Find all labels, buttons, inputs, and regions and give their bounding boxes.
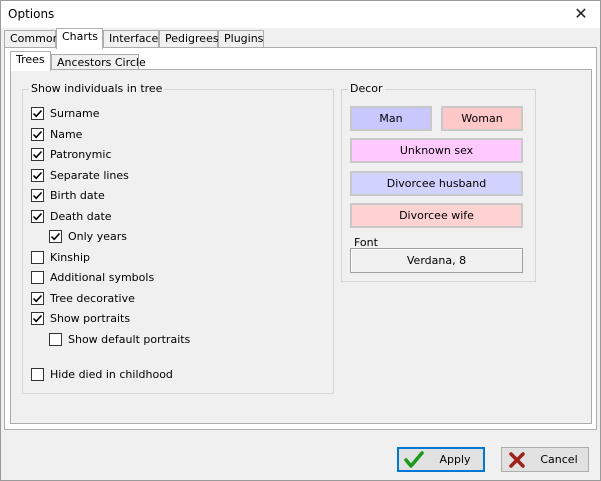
woman-color-swatch[interactable]: Woman <box>441 106 523 131</box>
apply-button[interactable]: Apply <box>397 447 485 472</box>
unknown-sex-color-swatch[interactable]: Unknown sex <box>350 138 523 163</box>
death-date-checkbox[interactable] <box>31 209 44 223</box>
check-icon <box>404 450 424 468</box>
surname-checkbox[interactable] <box>31 106 44 120</box>
patronymic-label: Patronymic <box>50 147 112 161</box>
show-portraits-label: Show portraits <box>50 311 131 325</box>
tree-decorative-label: Tree decorative <box>50 291 135 305</box>
death-date-label: Death date <box>50 209 112 223</box>
only-years-label: Only years <box>68 229 127 243</box>
divorcee-wife-color-swatch[interactable]: Divorcee wife <box>350 203 523 228</box>
man-color-swatch[interactable]: Man <box>350 106 432 131</box>
option-death-date[interactable]: Death date <box>31 208 112 224</box>
show-default-portraits-checkbox[interactable] <box>49 332 62 346</box>
birth-date-checkbox[interactable] <box>31 188 44 202</box>
option-name[interactable]: Name <box>31 126 82 142</box>
show-default-portraits-label: Show default portraits <box>68 332 191 346</box>
options-window: Options ✕ Common Charts Interface Pedigr… <box>0 0 601 481</box>
additional-symbols-checkbox[interactable] <box>31 270 44 284</box>
font-selector[interactable]: Verdana, 8 <box>350 248 523 273</box>
name-checkbox[interactable] <box>31 127 44 141</box>
patronymic-checkbox[interactable] <box>31 147 44 161</box>
option-patronymic[interactable]: Patronymic <box>31 146 112 162</box>
trees-panel: Show individuals in tree Surname Name Patr… <box>10 69 592 424</box>
option-birth-date[interactable]: Birth date <box>31 187 105 203</box>
option-show-default-portraits[interactable]: Show default portraits <box>49 331 190 347</box>
option-kinship[interactable]: Kinship <box>31 249 90 265</box>
option-hide-died-in-childhood[interactable]: Hide died in childhood <box>31 366 173 382</box>
additional-symbols-label: Additional symbols <box>50 270 155 284</box>
hide-died-in-childhood-checkbox[interactable] <box>31 367 44 381</box>
option-surname[interactable]: Surname <box>31 105 99 121</box>
option-additional-symbols[interactable]: Additional symbols <box>31 269 154 285</box>
surname-label: Surname <box>50 106 100 120</box>
cancel-button[interactable]: Cancel <box>501 447 589 472</box>
option-separate-lines[interactable]: Separate lines <box>31 167 129 183</box>
individuals-group-label: Show individuals in tree <box>29 82 165 95</box>
separate-lines-label: Separate lines <box>50 168 129 182</box>
show-portraits-checkbox[interactable] <box>31 311 44 325</box>
tab-trees[interactable]: Trees <box>10 51 51 71</box>
kinship-checkbox[interactable] <box>31 250 44 264</box>
window-title: Options <box>8 7 55 21</box>
tab-plugins[interactable]: Plugins <box>218 30 264 48</box>
tab-interface[interactable]: Interface <box>103 30 159 48</box>
only-years-checkbox[interactable] <box>49 229 62 243</box>
tab-common[interactable]: Common <box>4 30 60 48</box>
tab-pedigrees[interactable]: Pedigrees <box>159 30 219 48</box>
name-label: Name <box>50 127 83 141</box>
hide-died-in-childhood-label: Hide died in childhood <box>50 367 173 381</box>
option-tree-decorative[interactable]: Tree decorative <box>31 290 135 306</box>
tree-decorative-checkbox[interactable] <box>31 291 44 305</box>
decor-group-label: Decor <box>348 82 385 95</box>
title-bar: Options ✕ <box>1 1 600 28</box>
tab-charts[interactable]: Charts <box>56 28 103 49</box>
birth-date-label: Birth date <box>50 188 105 202</box>
kinship-label: Kinship <box>50 250 90 264</box>
option-only-years[interactable]: Only years <box>49 228 127 244</box>
option-show-portraits[interactable]: Show portraits <box>31 310 130 326</box>
separate-lines-checkbox[interactable] <box>31 168 44 182</box>
close-icon[interactable]: ✕ <box>572 4 590 24</box>
divorcee-husband-color-swatch[interactable]: Divorcee husband <box>350 171 523 196</box>
cross-icon <box>509 451 525 468</box>
